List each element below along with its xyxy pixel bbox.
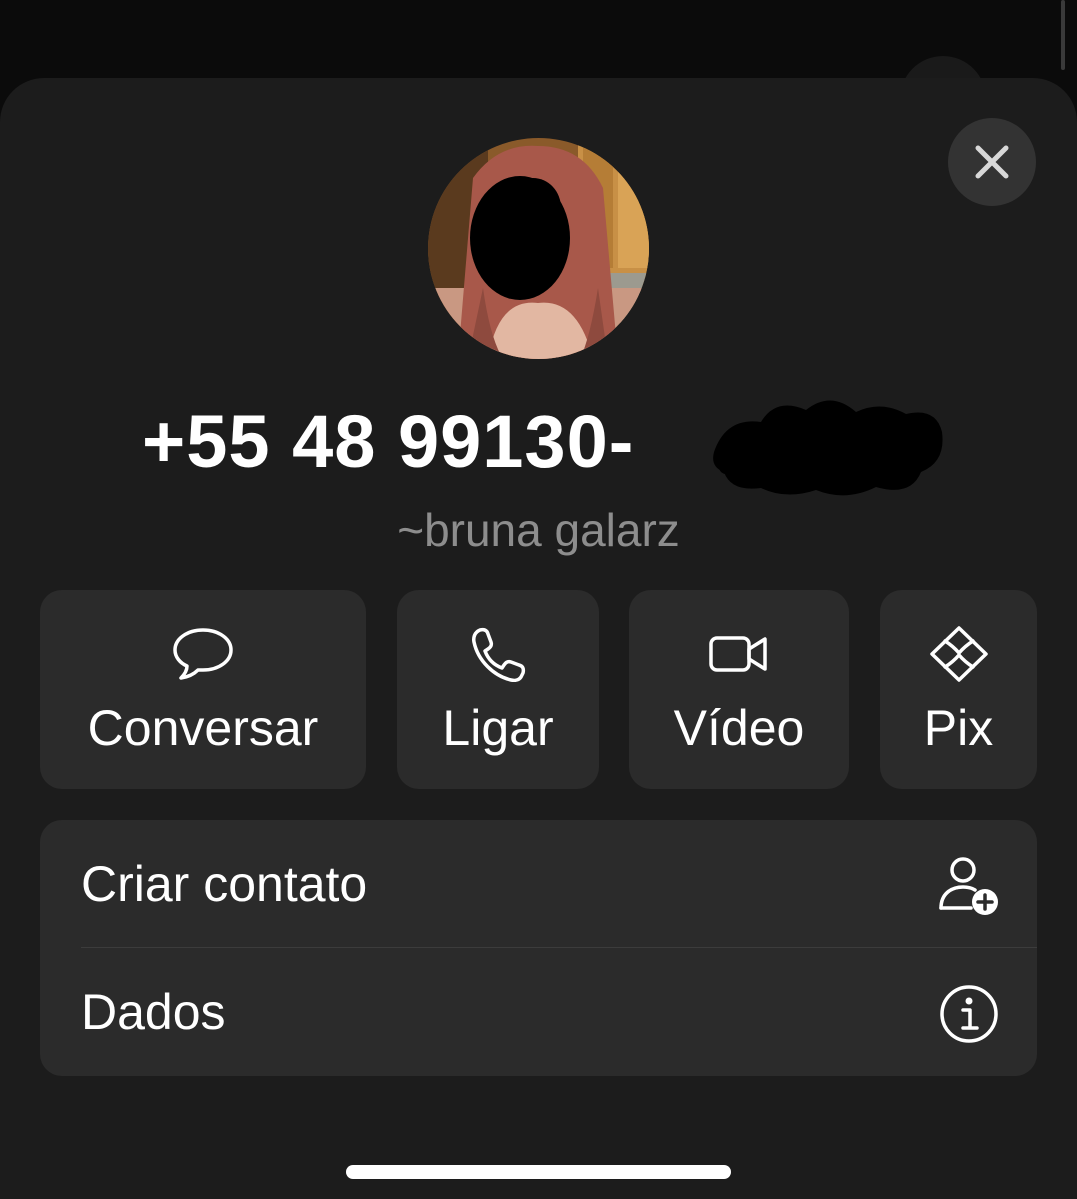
add-person-icon: [939, 857, 998, 915]
video-label: Vídeo: [673, 700, 805, 756]
background-scrollbar: [1061, 0, 1065, 70]
pix-icon: [929, 626, 988, 682]
home-indicator[interactable]: [346, 1165, 731, 1179]
video-button[interactable]: Vídeo: [629, 590, 849, 789]
info-icon: [940, 985, 998, 1043]
phone-row: +55 48 99130-: [0, 392, 1077, 502]
pix-button[interactable]: Pix: [880, 590, 1037, 789]
redaction-scribble: [713, 400, 943, 496]
dados-row[interactable]: Dados: [40, 948, 1037, 1076]
close-icon: [975, 145, 1009, 179]
dados-label: Dados: [81, 984, 226, 1040]
video-camera-icon: [709, 636, 767, 672]
phone-icon: [472, 627, 526, 682]
ligar-label: Ligar: [442, 700, 554, 756]
avatar[interactable]: [428, 138, 649, 359]
ligar-button[interactable]: Ligar: [397, 590, 599, 789]
criar-contato-row[interactable]: Criar contato: [40, 820, 1037, 948]
avatar-photo: [428, 138, 649, 359]
pix-label: Pix: [923, 700, 994, 756]
push-name: ~bruna galarz: [397, 504, 680, 556]
criar-contato-label: Criar contato: [81, 856, 368, 912]
conversar-button[interactable]: Conversar: [40, 590, 366, 789]
chat-bubble-icon: [173, 628, 233, 680]
contact-info-screen: +55 48 99130- ~bruna galarz Conversar Li…: [0, 0, 1077, 1199]
phone-number: +55 48 99130-: [142, 400, 635, 483]
conversar-label: Conversar: [87, 700, 319, 756]
contact-options-list: Criar contato Dados: [40, 820, 1037, 1076]
close-button[interactable]: [948, 118, 1036, 206]
